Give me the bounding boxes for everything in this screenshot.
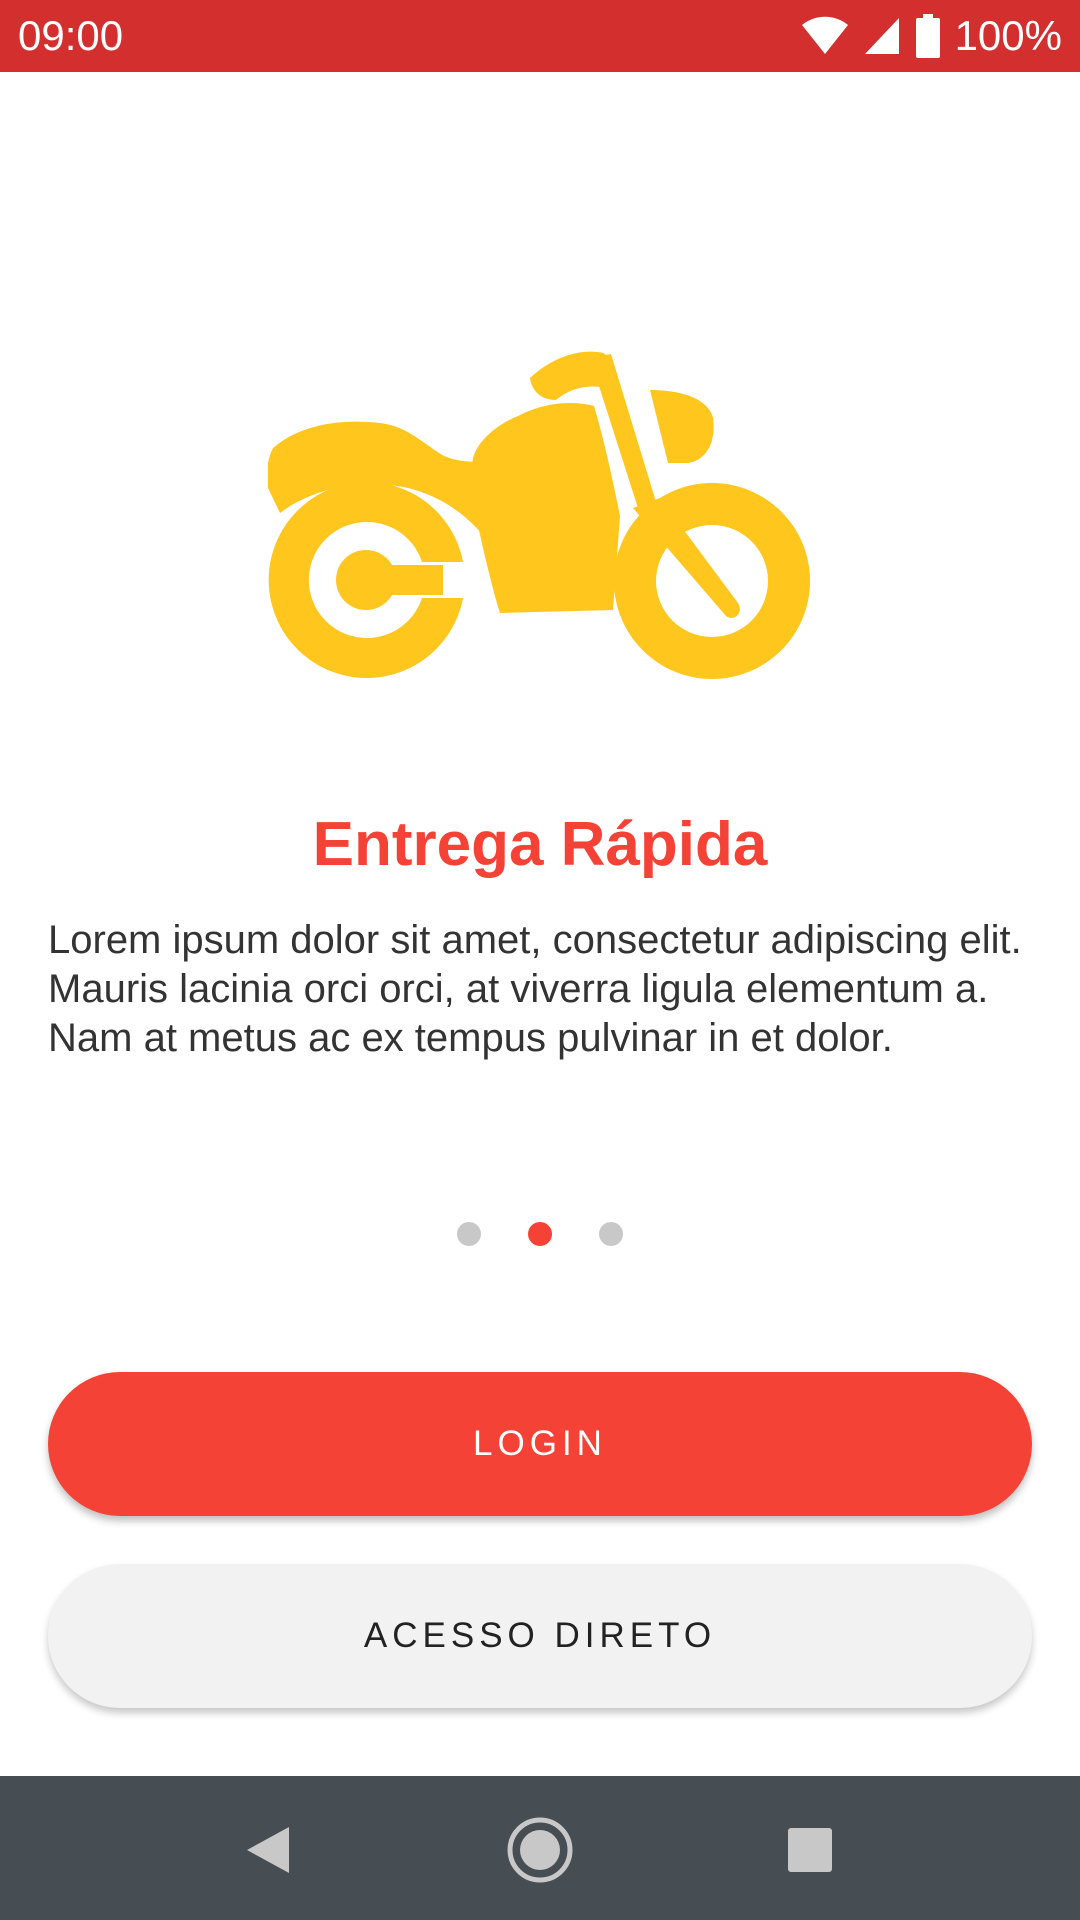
home-button[interactable] [500,1812,580,1892]
login-button[interactable]: LOGIN [48,1372,1032,1516]
page-dot-3[interactable] [599,1222,623,1246]
status-bar: 09:00 100% [0,0,1080,72]
home-icon [506,1816,574,1889]
recents-icon [787,1827,833,1878]
wifi-icon [801,16,849,56]
page-dot-2-active[interactable] [528,1222,552,1246]
onboarding-description: Lorem ipsum dolor sit amet, consectetur … [48,918,1022,1060]
back-icon [245,1825,291,1880]
back-button[interactable] [228,1812,308,1892]
signal-icon [863,16,901,56]
battery-percentage: 100% [954,12,1062,59]
page-dot-1[interactable] [457,1222,481,1246]
page-indicator [0,1222,1080,1246]
battery-icon [915,14,941,58]
onboarding-screen: 09:00 100% Entrega Rápida Lorem ipsum do… [0,0,1080,1920]
status-time: 09:00 [18,12,124,59]
motorcycle-icon [267,348,812,698]
status-icons: 100% [801,12,1062,60]
navigation-bar [0,1776,1080,1920]
recents-button[interactable] [770,1812,850,1892]
onboarding-title: Entrega Rápida [312,810,768,879]
direct-access-button[interactable]: ACESSO DIRETO [48,1564,1032,1708]
